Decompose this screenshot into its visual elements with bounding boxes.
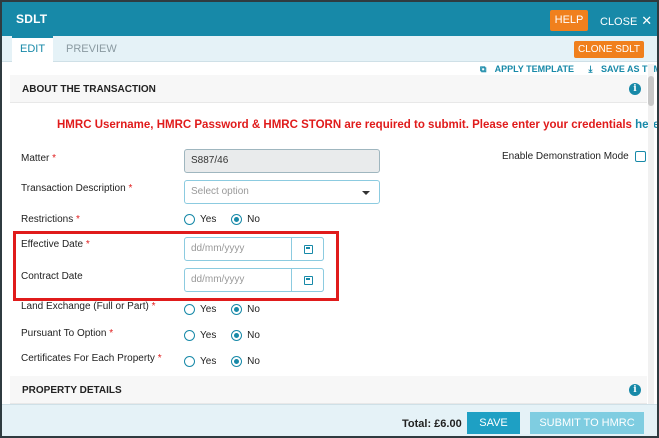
template-links: ⧉ APPLY TEMPLATE ⤓ SAVE AS TEMPLATE — [480, 64, 657, 75]
chevron-down-icon — [362, 191, 370, 195]
download-icon: ⤓ — [588, 64, 593, 74]
scrollbar-track[interactable] — [648, 64, 654, 404]
restrictions-no-radio[interactable] — [231, 214, 243, 225]
section-title: PROPERTY DETAILS — [22, 385, 122, 396]
demo-mode-toggle[interactable]: Enable Demonstration Mode — [502, 151, 646, 162]
dialog-titlebar: SDLT HELP CLOSE ✕ — [2, 2, 657, 36]
tab-edit[interactable]: EDIT — [12, 36, 54, 62]
section-title: ABOUT THE TRANSACTION — [22, 84, 156, 95]
restrictions-yes-radio[interactable] — [184, 214, 195, 225]
demo-mode-label: Enable Demonstration Mode — [502, 151, 629, 163]
sdlt-dialog: SDLT HELP CLOSE ✕ EDIT PREVIEW CLONE SDLT… — [0, 0, 659, 438]
section-property-details[interactable]: PROPERTY DETAILS i — [10, 376, 647, 404]
pursuant-to-option-radio-group: Yes No — [184, 330, 272, 341]
close-icon: ✕ — [641, 13, 653, 28]
info-icon[interactable]: i — [629, 384, 641, 396]
transaction-description-select[interactable]: Select option — [184, 180, 380, 204]
restrictions-radio-group: Yes No — [184, 214, 272, 225]
credentials-warning: HMRC Username, HMRC Password & HMRC STOR… — [57, 119, 657, 131]
land-exchange-label: Land Exchange (Full or Part) * — [21, 301, 156, 312]
tab-preview[interactable]: PREVIEW — [58, 36, 125, 62]
info-icon[interactable]: i — [629, 83, 641, 95]
pursuant-yes-radio[interactable] — [184, 330, 195, 341]
land-exchange-radio-group: Yes No — [184, 304, 272, 315]
certificates-radio-group: Yes No — [184, 356, 272, 367]
pursuant-to-option-label: Pursuant To Option * — [21, 328, 114, 339]
certificates-no-radio[interactable] — [231, 356, 243, 367]
pursuant-no-radio[interactable] — [231, 330, 243, 341]
date-fields-highlight — [13, 231, 339, 301]
restrictions-label: Restrictions * — [21, 214, 80, 225]
save-button[interactable]: SAVE — [467, 412, 520, 434]
transaction-description-label: Transaction Description * — [21, 183, 133, 194]
matter-field[interactable]: S887/46 — [184, 149, 380, 173]
tab-bar: EDIT PREVIEW — [2, 36, 657, 62]
external-link-icon: ⧉ — [480, 64, 487, 74]
certificates-yes-radio[interactable] — [184, 356, 195, 367]
apply-template-link[interactable]: ⧉ APPLY TEMPLATE — [480, 64, 580, 74]
dialog-footer: Total: £6.00 SAVE SUBMIT TO HMRC — [2, 404, 657, 436]
dialog-title: SDLT — [16, 12, 48, 26]
section-about-transaction[interactable]: ABOUT THE TRANSACTION i — [10, 75, 647, 103]
close-label: CLOSE — [600, 16, 638, 28]
clone-sdlt-button[interactable]: CLONE SDLT — [574, 41, 644, 58]
land-exchange-yes-radio[interactable] — [184, 304, 195, 315]
submit-to-hmrc-button[interactable]: SUBMIT TO HMRC — [530, 412, 644, 434]
certificates-label: Certificates For Each Property * — [21, 353, 162, 364]
close-button[interactable]: CLOSE ✕ — [600, 13, 652, 29]
demo-mode-checkbox[interactable] — [634, 151, 646, 162]
total-amount: Total: £6.00 — [402, 418, 462, 430]
scrollbar-thumb[interactable] — [648, 76, 654, 106]
land-exchange-no-radio[interactable] — [231, 304, 243, 315]
select-placeholder: Select option — [191, 186, 249, 197]
help-button[interactable]: HELP — [550, 10, 588, 31]
matter-label: Matter * — [21, 153, 57, 164]
